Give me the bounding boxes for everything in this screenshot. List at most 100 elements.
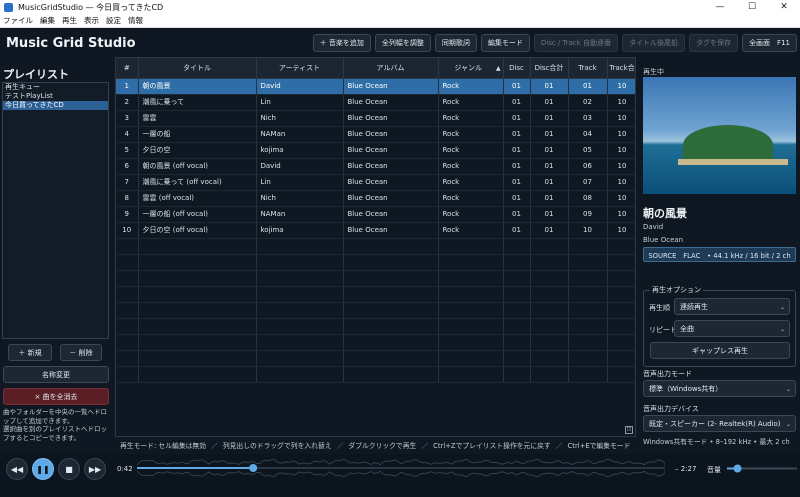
table-row[interactable]: 5 夕日の空 kojima Blue Ocean Rock 01 01 05 10 bbox=[116, 142, 635, 159]
gapless-button[interactable]: ギャップレス再生 bbox=[650, 342, 790, 359]
table-row[interactable]: 6 朝の風景 (off vocal) David Blue Ocean Rock 01 01… bbox=[116, 158, 635, 175]
save-tags-button[interactable]: タグを保存 bbox=[689, 34, 739, 52]
chevron-down-icon: ⌄ bbox=[785, 421, 791, 428]
cell-track-total: 10 bbox=[607, 142, 635, 159]
next-button[interactable]: ▶▶ bbox=[84, 458, 106, 480]
col-artist[interactable]: アーティスト bbox=[256, 58, 344, 79]
app-icon bbox=[4, 2, 13, 12]
empty-cell bbox=[568, 334, 608, 351]
menu-edit[interactable]: 編集 bbox=[40, 15, 55, 26]
empty-row bbox=[116, 318, 635, 335]
playlist-item-queue[interactable]: 再生キュー bbox=[3, 83, 108, 92]
repeat-select[interactable]: 全曲 ⌄ bbox=[674, 320, 790, 337]
menu-info[interactable]: 情報 bbox=[128, 15, 143, 26]
maximize-button[interactable]: ☐ bbox=[736, 2, 768, 12]
table-row[interactable]: 8 雷雲 (off vocal) Nich Blue Ocean Rock 01 01 08 1… bbox=[116, 190, 635, 207]
close-button[interactable]: ✕ bbox=[768, 2, 800, 12]
cell-title: 潮風に乗って (off vocal) bbox=[138, 174, 257, 191]
output-mode-label: 音声出力モード bbox=[643, 370, 692, 378]
empty-cell bbox=[438, 302, 504, 319]
table-row[interactable]: 2 潮風に乗って Lin Blue Ocean Rock 01 01 02 10 bbox=[116, 94, 635, 111]
disc-track-auto-button[interactable]: Disc / Track 自動連番 bbox=[533, 34, 619, 52]
table-row[interactable]: 7 潮風に乗って (off vocal) Lin Blue Ocean Rock 01 01… bbox=[116, 174, 635, 191]
sort-ascending-icon: ▲ bbox=[496, 64, 501, 72]
menu-view[interactable]: 表示 bbox=[84, 15, 99, 26]
table-row[interactable]: 4 一層の船 NAMan Blue Ocean Rock 01 01 04 10 bbox=[116, 126, 635, 143]
empty-cell bbox=[256, 270, 344, 287]
playlist-list[interactable]: 再生キュー テストPlayList 今日買ってきたCD bbox=[2, 82, 109, 339]
play-order-select[interactable]: 連続再生 ⌄ bbox=[674, 298, 790, 315]
empty-row bbox=[116, 350, 635, 367]
empty-cell bbox=[116, 350, 139, 367]
new-playlist-button[interactable]: ＋ 新規 bbox=[8, 344, 52, 361]
table-row[interactable]: 1 朝の風景 David Blue Ocean Rock 01 01 01 10 bbox=[116, 78, 635, 95]
status-double-click: ダブルクリックで再生 bbox=[348, 441, 417, 450]
sync-lyrics-button[interactable]: 同期歌詞 bbox=[434, 34, 477, 52]
cell-title: 朝の風景 (off vocal) bbox=[138, 158, 257, 175]
cell-album: Blue Ocean bbox=[343, 206, 439, 223]
col-track-total[interactable]: Track合 bbox=[607, 58, 635, 79]
col-album[interactable]: アルバム bbox=[343, 58, 439, 79]
col-disc[interactable]: Disc bbox=[503, 58, 531, 79]
cell-track: 08 bbox=[568, 190, 608, 207]
seek-waveform[interactable] bbox=[137, 456, 665, 480]
cell-artist: kojima bbox=[256, 142, 344, 159]
empty-cell bbox=[116, 318, 139, 335]
output-device-select[interactable]: 既定・スピーカー (2- Realtek(R) Audio) ⌄ bbox=[643, 415, 796, 432]
empty-cell bbox=[607, 302, 635, 319]
cell-number: 1 bbox=[116, 78, 139, 95]
col-title[interactable]: タイトル bbox=[138, 58, 257, 79]
volume-handle[interactable] bbox=[733, 464, 742, 473]
fullscreen-button[interactable]: 全画面 F11 bbox=[742, 34, 797, 52]
volume-label: 音量 bbox=[707, 466, 721, 474]
cell-disc: 01 bbox=[503, 142, 531, 159]
delete-playlist-button[interactable]: － 削除 bbox=[60, 344, 102, 361]
empty-cell bbox=[607, 238, 635, 255]
empty-cell bbox=[116, 366, 139, 383]
repeat-label: リピート bbox=[649, 326, 677, 334]
col-track[interactable]: Track bbox=[568, 58, 608, 79]
cell-artist: NAMan bbox=[256, 126, 344, 143]
col-disc-total[interactable]: Disc合計 bbox=[530, 58, 569, 79]
table-row[interactable]: 10 夕日の空 (off vocal) kojima Blue Ocean Rock 01… bbox=[116, 222, 635, 239]
track-table[interactable]: # タイトル アーティスト アルバム ジャンル ▲ Disc Disc合計 Tra… bbox=[115, 57, 636, 437]
empty-cell bbox=[503, 302, 531, 319]
menu-settings[interactable]: 設定 bbox=[106, 15, 121, 26]
cell-artist: kojima bbox=[256, 222, 344, 239]
menu-file[interactable]: ファイル bbox=[3, 15, 33, 26]
col-genre[interactable]: ジャンル ▲ bbox=[438, 58, 504, 79]
edit-mode-button[interactable]: 編集モード bbox=[480, 34, 530, 52]
playlist-item-today-cd[interactable]: 今日買ってきたCD bbox=[3, 101, 108, 110]
minimize-button[interactable]: — bbox=[704, 2, 736, 12]
volume-slider[interactable] bbox=[727, 464, 797, 473]
empty-cell bbox=[568, 286, 608, 303]
now-playing-artist: David bbox=[643, 223, 664, 231]
empty-cell bbox=[343, 366, 439, 383]
cell-artist: Lin bbox=[256, 174, 344, 191]
add-music-button[interactable]: ＋ 音楽を追加 bbox=[312, 34, 371, 52]
cell-disc-total: 01 bbox=[530, 222, 569, 239]
stop-button[interactable]: ■ bbox=[58, 458, 80, 480]
empty-cell bbox=[343, 270, 439, 287]
cell-disc: 01 bbox=[503, 222, 531, 239]
rename-playlist-button[interactable]: 名称変更 bbox=[3, 366, 109, 383]
col-number[interactable]: # bbox=[116, 58, 139, 79]
table-row[interactable]: 9 一層の船 (off vocal) NAMan Blue Ocean Rock 01 01… bbox=[116, 206, 635, 223]
empty-cell bbox=[568, 270, 608, 287]
cell-title: 夕日の空 (off vocal) bbox=[138, 222, 257, 239]
playlist-item-test[interactable]: テストPlayList bbox=[3, 92, 108, 101]
cell-track: 07 bbox=[568, 174, 608, 191]
cell-disc-total: 01 bbox=[530, 142, 569, 159]
adjust-columns-button[interactable]: 全列幅を調整 bbox=[374, 34, 431, 52]
cell-number: 10 bbox=[116, 222, 139, 239]
cell-track: 01 bbox=[568, 78, 608, 95]
output-mode-select[interactable]: 標準（Windows共有） ⌄ bbox=[643, 380, 796, 397]
clear-tracks-button[interactable]: × 曲を全消去 bbox=[3, 388, 109, 405]
play-pause-button[interactable]: ❚❚ bbox=[32, 458, 54, 480]
title-postprocess-button[interactable]: タイトル後尾処 bbox=[622, 34, 686, 52]
table-corner-icon[interactable]: ⊡ bbox=[625, 426, 633, 434]
menu-play[interactable]: 再生 bbox=[62, 15, 77, 26]
previous-button[interactable]: ◀◀ bbox=[6, 458, 28, 480]
seek-handle[interactable] bbox=[249, 464, 258, 472]
table-row[interactable]: 3 雷雲 Nich Blue Ocean Rock 01 01 03 10 bbox=[116, 110, 635, 127]
